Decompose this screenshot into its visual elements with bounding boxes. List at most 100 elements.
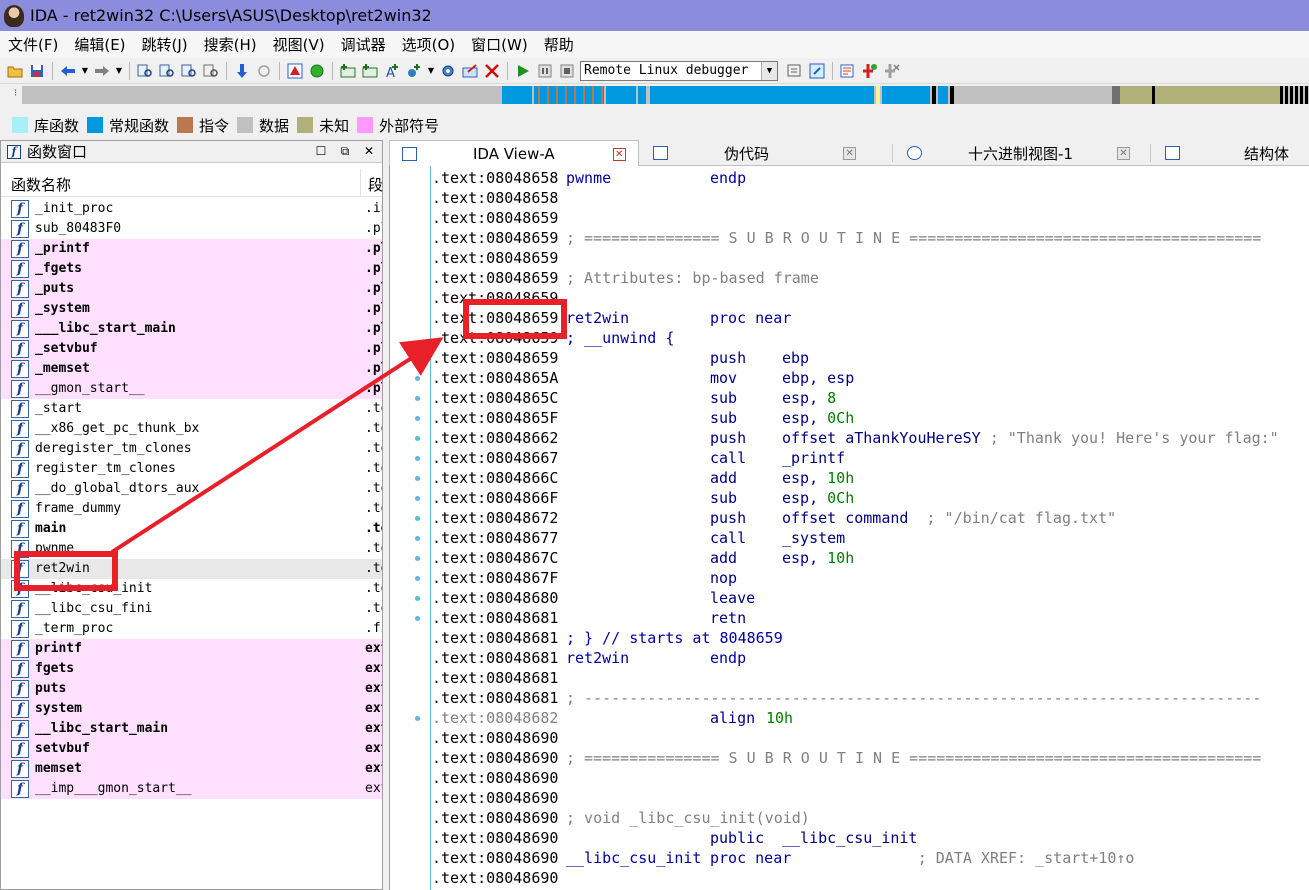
function-row[interactable]: fmemset extern [1, 759, 382, 779]
function-row[interactable]: f _init_proc .init [1, 199, 382, 219]
function-row[interactable]: fsystem extern [1, 699, 382, 719]
menu-item[interactable]: 跳转(J) [142, 34, 188, 55]
disasm-operand[interactable]: offset command [782, 509, 908, 527]
function-row[interactable]: f sub_80483F0 .plt [1, 219, 382, 239]
chevron-down-icon[interactable]: ▼ [81, 62, 89, 80]
tab-hex-view-1[interactable]: 十六进制视图-1 ✕ [895, 140, 1151, 166]
tab-pseudocode[interactable]: 伪代码 ✕ [641, 140, 893, 166]
function-row[interactable]: f __gmon_start__ .plt [1, 379, 382, 399]
navigation-band[interactable] [22, 86, 1309, 104]
add-code-icon[interactable] [339, 62, 357, 80]
disasm-operand[interactable]: esp, [782, 409, 827, 427]
column-function-name[interactable]: 函数名称 [11, 174, 71, 195]
disasm-line[interactable]: .text:08048690 [390, 728, 1309, 748]
debug-window-icon[interactable] [839, 62, 857, 80]
binary-search-icon[interactable] [136, 62, 154, 80]
disasm-operand[interactable]: _printf [782, 449, 845, 467]
function-row[interactable]: f register_tm_clones .text [1, 459, 382, 479]
chevron-down-icon[interactable]: ▼ [761, 61, 777, 80]
disasm-line[interactable]: .text:08048659 ; =============== S U B R … [390, 228, 1309, 248]
disasm-line[interactable]: .text:08048682 align 10h [390, 708, 1309, 728]
disasm-line[interactable]: .text:08048690 [390, 788, 1309, 808]
disassembly-view[interactable]: .text:08048658 pwnme endp .text:08048658 .te… [389, 166, 1309, 890]
disasm-operand[interactable]: esp, [782, 549, 827, 567]
disasm-label[interactable]: ret2win [566, 308, 629, 328]
green-circle-icon[interactable] [308, 62, 326, 80]
disasm-line[interactable]: .text:08048681 ret2win endp [390, 648, 1309, 668]
function-row[interactable]: f ___libc_start_main .plt [1, 319, 382, 339]
disasm-operand[interactable]: esp, [782, 389, 827, 407]
disasm-line[interactable]: .text:0804867F nop [390, 568, 1309, 588]
save-icon[interactable] [28, 62, 46, 80]
close-icon[interactable]: ✕ [843, 146, 857, 160]
function-row[interactable]: f _setvbuf .plt [1, 339, 382, 359]
function-row[interactable]: f _start .text [1, 399, 382, 419]
function-row[interactable]: f __do_global_dtors_aux .text [1, 479, 382, 499]
disasm-label[interactable]: pwnme [566, 168, 611, 188]
disasm-label[interactable]: __libc_csu_init [566, 848, 701, 868]
disasm-line[interactable]: .text:0804867C add esp, 10h [390, 548, 1309, 568]
column-segment[interactable]: 段 [368, 174, 383, 195]
warning-icon[interactable] [286, 62, 304, 80]
disasm-line[interactable]: .text:0804866F sub esp, 0Ch [390, 488, 1309, 508]
disasm-line[interactable]: .text:08048681 ; ------------------------… [390, 688, 1309, 708]
disasm-line[interactable]: .text:08048690 [390, 768, 1309, 788]
function-row[interactable]: fprintf extern [1, 639, 382, 659]
disasm-operand[interactable]: ebp [782, 349, 809, 367]
disasm-operand[interactable]: __libc_csu_init [782, 829, 917, 847]
disasm-line[interactable]: .text:08048677 call _system [390, 528, 1309, 548]
disasm-operand[interactable]: esp, [782, 469, 827, 487]
menu-item[interactable]: 编辑(E) [74, 34, 125, 55]
function-row[interactable]: f __imp___gmon_start__ extern [1, 779, 382, 799]
disasm-line[interactable]: .text:08048680 leave [390, 588, 1309, 608]
menu-item[interactable]: 帮助 [544, 34, 574, 55]
function-row[interactable]: f _system .plt [1, 299, 382, 319]
tab-structures[interactable]: 结构体 [1153, 140, 1309, 166]
disasm-line[interactable]: .text:0804865C sub esp, 8 [390, 388, 1309, 408]
debugger-select[interactable]: Remote Linux debugger ▼ [580, 60, 778, 81]
function-row[interactable]: f __x86_get_pc_thunk_bx .text [1, 419, 382, 439]
function-row[interactable]: f _printf .plt [1, 239, 382, 259]
disasm-line[interactable]: .text:08048690__libc_csu_initproc nearpr… [390, 848, 1309, 868]
close-icon[interactable]: ✕ [361, 143, 377, 159]
disasm-line[interactable]: .text:08048659 [390, 248, 1309, 268]
function-row[interactable]: f _term_proc .fini [1, 619, 382, 639]
disasm-line[interactable]: .text:08048658 pwnme endp [390, 168, 1309, 188]
back-arrow-icon[interactable] [59, 62, 77, 80]
function-row[interactable]: f deregister_tm_clones .text [1, 439, 382, 459]
disasm-line[interactable]: .text:08048690 ; void _libc_csu_init(void… [390, 808, 1309, 828]
menu-item[interactable]: 窗口(W) [471, 34, 528, 55]
delete-icon[interactable] [483, 62, 501, 80]
add-string-icon[interactable]: A [383, 62, 401, 80]
close-icon[interactable]: ✕ [1116, 146, 1130, 160]
disasm-line[interactable]: .text:08048659 [390, 208, 1309, 228]
disasm-line[interactable]: .text:0804865A mov ebp, esp [390, 368, 1309, 388]
search-next-icon[interactable] [202, 62, 220, 80]
float-icon[interactable]: ⧉ [337, 143, 353, 159]
disasm-line[interactable]: .text:08048690 ; =============== S U B R … [390, 748, 1309, 768]
forward-arrow-icon[interactable] [93, 62, 111, 80]
function-row[interactable]: f frame_dummy .text [1, 499, 382, 519]
edit-function-icon[interactable] [461, 62, 479, 80]
function-row[interactable]: fmain .text [1, 519, 382, 539]
disasm-operand[interactable]: ebp, esp [782, 369, 854, 387]
pause-icon[interactable] [536, 62, 554, 80]
menu-item[interactable]: 视图(V) [273, 34, 325, 55]
attach-process-icon[interactable] [786, 62, 804, 80]
disasm-line[interactable]: .text:08048659 ; Attributes: bp-based fra… [390, 268, 1309, 288]
disasm-line[interactable]: .text:08048667 call _printf [390, 448, 1309, 468]
add-data-icon[interactable] [361, 62, 379, 80]
function-row[interactable]: f _fgets .plt [1, 259, 382, 279]
disasm-line[interactable]: .text:08048659 push ebp [390, 348, 1309, 368]
column-divider[interactable] [360, 169, 361, 197]
close-icon[interactable]: ✕ [612, 147, 626, 161]
disasm-line[interactable]: .text:08048690 [390, 868, 1309, 888]
drag-grip-icon[interactable]: ⁝ [14, 88, 17, 99]
detach-process-icon[interactable] [808, 62, 826, 80]
disasm-line[interactable]: .text:08048681 [390, 668, 1309, 688]
function-row[interactable]: ffgets extern [1, 659, 382, 679]
chevron-down-icon[interactable]: ▼ [427, 62, 435, 80]
play-icon[interactable] [514, 62, 532, 80]
disasm-line[interactable]: .text:0804865F sub esp, 0Ch [390, 408, 1309, 428]
function-row[interactable]: f __libc_start_main extern [1, 719, 382, 739]
